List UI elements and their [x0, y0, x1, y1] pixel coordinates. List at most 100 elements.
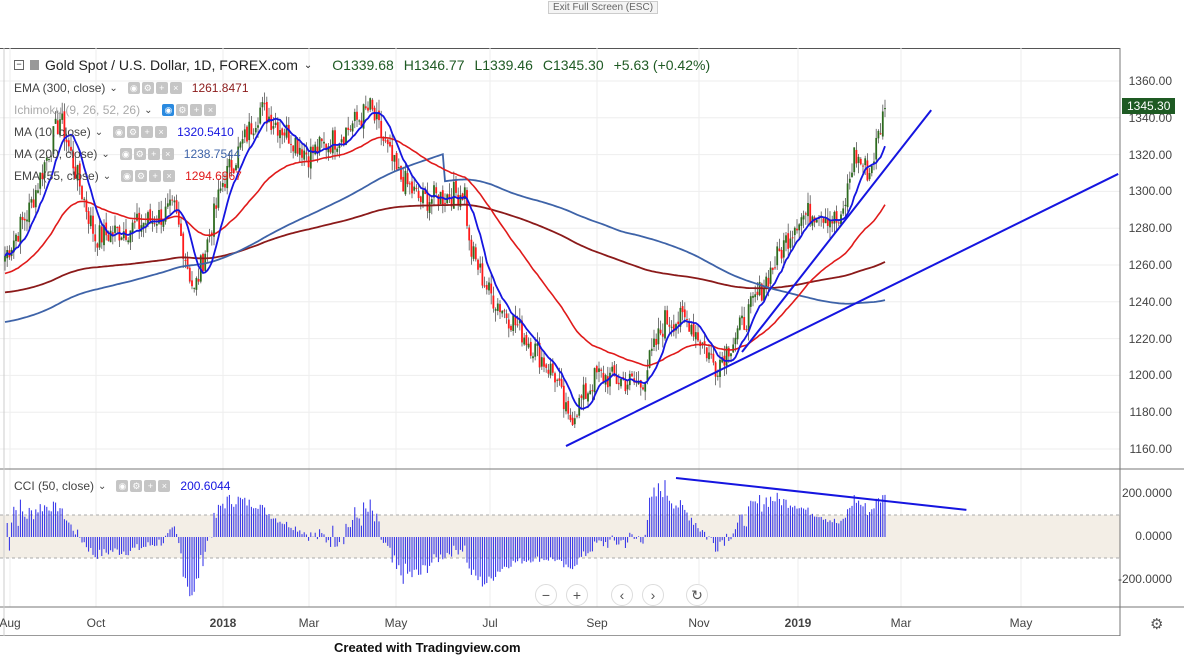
indicator-label[interactable]: MA (200, close): [14, 147, 97, 161]
settings-icon[interactable]: ⚙: [141, 82, 154, 94]
candle-body: [173, 200, 176, 203]
candle-body: [402, 176, 405, 192]
indicator-label[interactable]: EMA (300, close): [14, 81, 105, 95]
candle-body: [734, 337, 737, 345]
indicator-value: 1320.5410: [177, 125, 234, 139]
scroll-back-button[interactable]: ‹: [611, 584, 633, 606]
candle-body: [83, 198, 86, 200]
candle-body: [411, 181, 413, 194]
candle-body: [501, 310, 504, 314]
zoom-in-button[interactable]: +: [566, 584, 588, 606]
indicator-label[interactable]: MA (10, close): [14, 125, 91, 139]
scroll-forward-button[interactable]: ›: [642, 584, 664, 606]
close-icon[interactable]: ×: [169, 82, 182, 94]
symbol-name[interactable]: Gold Spot / U.S. Dollar, 1D, FOREX.com: [45, 57, 298, 73]
settings-icon[interactable]: ⚙: [133, 148, 146, 160]
close-icon[interactable]: ×: [161, 148, 174, 160]
close-icon[interactable]: ×: [204, 104, 217, 116]
visibility-icon[interactable]: ◉: [116, 480, 129, 492]
cci-tick: 200.0000: [1121, 486, 1172, 500]
candle-body: [754, 294, 757, 298]
candle-body: [705, 347, 708, 359]
candle-body: [884, 108, 886, 110]
candle-body: [395, 152, 398, 170]
indicator-label[interactable]: Ichimoku (9, 26, 52, 26): [14, 103, 140, 117]
settings-gear-icon[interactable]: ⚙: [1150, 615, 1163, 633]
candle-body: [177, 211, 180, 225]
candle-body: [241, 139, 244, 144]
candle-body: [292, 145, 295, 152]
indicator-label[interactable]: EMA (55, close): [14, 169, 99, 183]
chevron-down-icon[interactable]: ⌄: [98, 481, 106, 492]
more-icon[interactable]: +: [147, 148, 160, 160]
zoom-out-button[interactable]: −: [535, 584, 557, 606]
visibility-icon[interactable]: ◉: [119, 148, 132, 160]
candle-body: [807, 202, 809, 217]
close-icon[interactable]: ×: [158, 480, 171, 492]
candle-body: [153, 223, 156, 225]
candle-body: [444, 202, 446, 204]
candle-body: [853, 147, 856, 173]
candle-body: [855, 149, 858, 164]
collapse-icon[interactable]: −: [14, 60, 24, 70]
settings-icon[interactable]: ⚙: [176, 104, 189, 116]
candle-body: [380, 120, 383, 138]
settings-icon[interactable]: ⚙: [130, 480, 143, 492]
candle-body: [551, 363, 554, 373]
price-tick: 1320.00: [1128, 147, 1172, 162]
candle-body: [30, 199, 33, 203]
candle-body: [881, 111, 884, 137]
candle-body: [716, 375, 719, 377]
candle-body: [580, 395, 583, 398]
settings-icon[interactable]: ⚙: [135, 170, 148, 182]
close-icon[interactable]: ×: [163, 170, 176, 182]
candle-body: [298, 147, 301, 156]
candle-body: [457, 194, 460, 205]
candle-body: [419, 196, 422, 203]
candle-body: [782, 240, 785, 258]
candle-body: [796, 228, 798, 231]
more-icon[interactable]: +: [155, 82, 168, 94]
candle-body: [598, 368, 600, 372]
candle-body: [701, 342, 704, 344]
candle-body: [133, 221, 136, 223]
chart-canvas[interactable]: [0, 0, 1184, 666]
candle-body: [19, 216, 22, 245]
candle-body: [26, 219, 28, 222]
close-icon[interactable]: ×: [155, 126, 168, 138]
visibility-icon[interactable]: ◉: [121, 170, 134, 182]
candle-body: [600, 369, 603, 371]
footer-credit: Created with Tradingview.com: [334, 640, 521, 655]
cci-label[interactable]: CCI (50, close): [14, 479, 94, 493]
candle-body: [309, 146, 312, 169]
candle-body: [562, 385, 565, 410]
more-icon[interactable]: +: [144, 480, 157, 492]
chevron-down-icon[interactable]: ⌄: [95, 127, 103, 138]
reset-chart-button[interactable]: ↻: [686, 584, 708, 606]
change-value: +5.63 (+0.42%): [613, 57, 711, 73]
chevron-down-icon[interactable]: ⌄: [103, 171, 111, 182]
chevron-down-icon[interactable]: ⌄: [304, 60, 312, 71]
candle-body: [604, 375, 607, 385]
candle-body: [556, 379, 559, 381]
visibility-icon[interactable]: ◉: [113, 126, 126, 138]
visibility-icon[interactable]: ◉: [162, 104, 175, 116]
cci-legend: CCI (50, close) ⌄ ◉ ⚙ + × 200.6044: [14, 479, 230, 493]
more-icon[interactable]: +: [141, 126, 154, 138]
candle-body: [384, 140, 387, 142]
trendline: [741, 109, 932, 353]
settings-icon[interactable]: ⚙: [127, 126, 140, 138]
candle-body: [202, 253, 204, 272]
candle-body: [373, 107, 376, 121]
candle-body: [54, 118, 57, 124]
more-icon[interactable]: +: [190, 104, 203, 116]
chevron-down-icon[interactable]: ⌄: [109, 83, 117, 94]
chevron-down-icon[interactable]: ⌄: [101, 149, 109, 160]
candle-body: [252, 133, 255, 136]
chevron-down-icon[interactable]: ⌄: [144, 105, 152, 116]
visibility-icon[interactable]: ◉: [127, 82, 140, 94]
more-icon[interactable]: +: [149, 170, 162, 182]
candle-body: [824, 218, 827, 224]
candle-body: [776, 246, 779, 266]
candle-body: [191, 280, 193, 287]
